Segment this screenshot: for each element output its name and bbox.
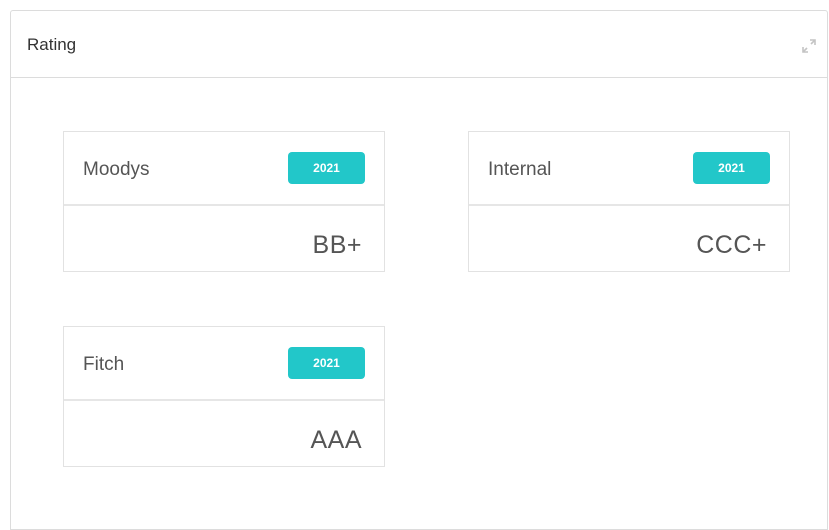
year-badge: 2021	[288, 152, 365, 184]
agency-label: Internal	[488, 159, 552, 180]
rating-card-moodys: Moodys 2021 BB+	[63, 131, 385, 272]
expand-arrows-icon	[802, 39, 816, 53]
year-badge: 2021	[693, 152, 770, 184]
card-header: Fitch 2021	[64, 327, 384, 401]
agency-label: Fitch	[83, 354, 125, 375]
panel-title: Rating	[27, 35, 77, 54]
card-header: Internal 2021	[469, 132, 789, 206]
expand-icon[interactable]	[801, 38, 817, 54]
year-badge: 2021	[288, 347, 365, 379]
rating-card-fitch: Fitch 2021 AAA	[63, 326, 385, 467]
rating-value: BB+	[312, 231, 362, 259]
rating-card-internal: Internal 2021 CCC+	[468, 131, 790, 272]
rating-value: AAA	[310, 426, 362, 454]
agency-label: Moodys	[83, 159, 150, 180]
rating-value: CCC+	[696, 231, 767, 259]
rating-panel: Rating Moodys 2021 BB+ Internal 2021 CCC…	[10, 10, 828, 530]
card-header: Moodys 2021	[64, 132, 384, 206]
panel-header: Rating	[11, 11, 827, 78]
